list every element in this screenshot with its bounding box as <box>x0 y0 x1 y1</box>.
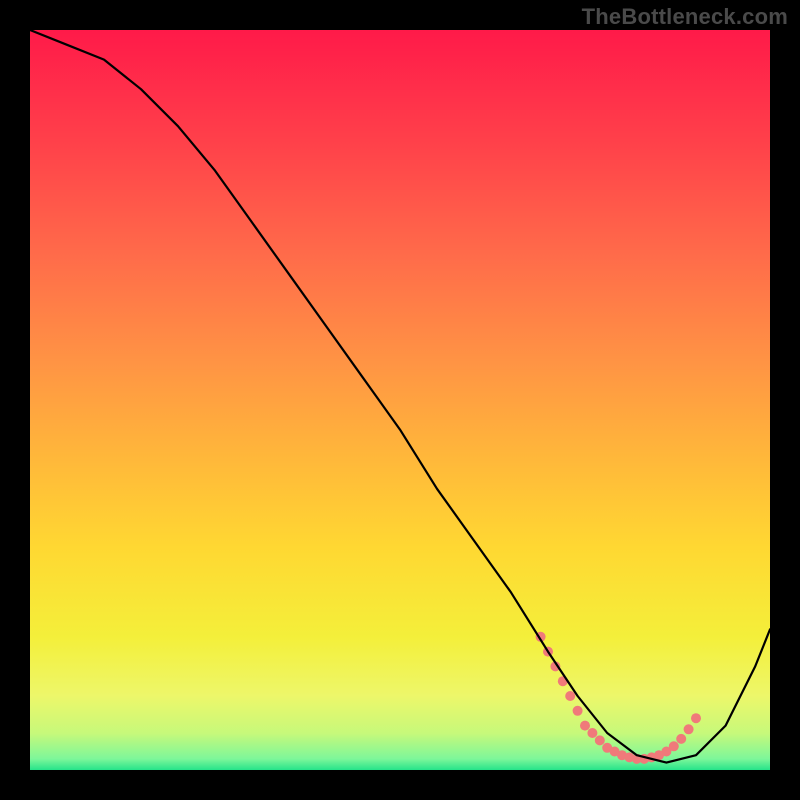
band-dot <box>684 724 694 734</box>
band-dot <box>587 728 597 738</box>
bottleneck-chart <box>0 0 800 800</box>
band-dot <box>580 721 590 731</box>
band-dot <box>573 706 583 716</box>
watermark-text: TheBottleneck.com <box>582 4 788 30</box>
plot-background <box>30 30 770 770</box>
band-dot <box>669 741 679 751</box>
chart-frame: TheBottleneck.com <box>0 0 800 800</box>
band-dot <box>595 735 605 745</box>
band-dot <box>691 713 701 723</box>
band-dot <box>565 691 575 701</box>
band-dot <box>676 734 686 744</box>
